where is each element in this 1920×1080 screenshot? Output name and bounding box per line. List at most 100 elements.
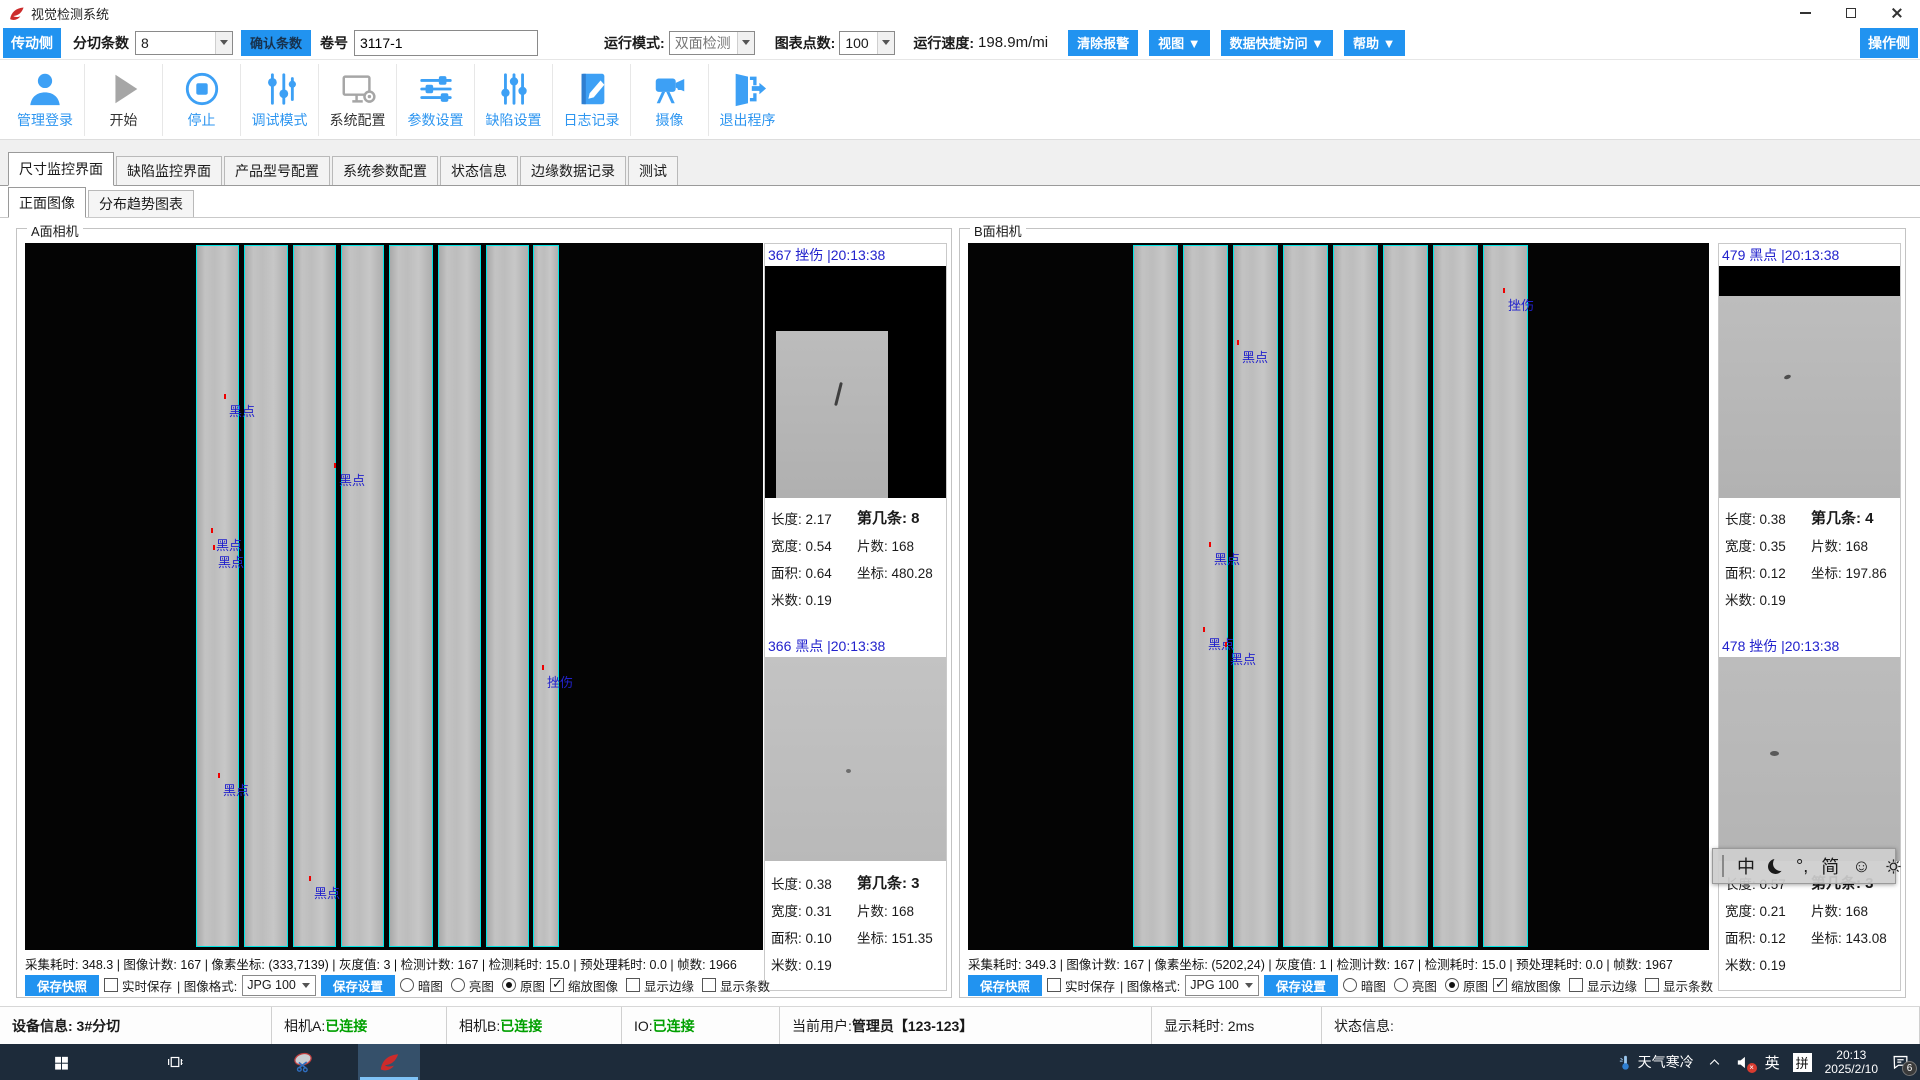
view-menu-button[interactable]: 视图 ▼ (1149, 30, 1209, 56)
statusbar-value: 已连接 (325, 1016, 367, 1036)
ime-emoji-icon[interactable]: ☺ (1852, 856, 1870, 877)
weather-widget[interactable]: 天气寒冷 (1617, 1052, 1694, 1072)
task-view-button[interactable] (144, 1044, 206, 1080)
image-format-select[interactable]: JPG 100 (242, 975, 316, 996)
ime-punctuation[interactable]: °, (1796, 856, 1808, 877)
ime-indicator[interactable]: 拼 (1793, 1053, 1812, 1072)
ime-mode-chinese[interactable]: 中 (1737, 853, 1755, 879)
start-button[interactable] (30, 1044, 92, 1080)
ime-simplified[interactable]: 简 (1821, 853, 1839, 879)
stat-value: 坐标: 151.35 (857, 927, 942, 947)
chevron-up-icon[interactable] (1707, 1055, 1722, 1070)
radio-暗图[interactable]: 暗图 (1343, 976, 1386, 995)
toolbar-button-user[interactable]: 管理登录 (6, 64, 84, 136)
radio-原图[interactable]: 原图 (502, 976, 545, 995)
realtime-save-checkbox[interactable]: 实时保存 (104, 976, 172, 995)
toolbar-button-sliders-v2[interactable]: 缺陷设置 (474, 64, 552, 136)
ime-fullwidth-icon[interactable] (1768, 859, 1783, 874)
tab-状态信息[interactable]: 状态信息 (440, 156, 518, 185)
chevron-down-icon[interactable] (737, 32, 754, 54)
help-menu-button[interactable]: 帮助 ▼ (1344, 30, 1404, 56)
toolbar-button-stop[interactable]: 停止 (162, 64, 240, 136)
stat-value: 第几条: 3 (857, 872, 942, 893)
chevron-down-icon[interactable] (877, 32, 894, 54)
checkbox-缩放图像[interactable]: 缩放图像 (550, 976, 618, 995)
data-quick-access-button[interactable]: 数据快捷访问 ▼ (1221, 30, 1333, 56)
stats-row: 面积: 0.10坐标: 151.35 (771, 923, 942, 950)
toolbar-button-monitor-gear[interactable]: 系统配置 (318, 64, 396, 136)
subtab-分布趋势图表[interactable]: 分布趋势图表 (88, 190, 194, 217)
operation-side-button[interactable]: 操作侧 (1860, 28, 1918, 58)
volume-muted-icon[interactable]: × (1735, 1054, 1752, 1071)
stats-row: 长度: 0.38第几条: 4 (1725, 504, 1896, 531)
radio-暗图[interactable]: 暗图 (400, 976, 443, 995)
toolbar-button-exit[interactable]: 退出程序 (708, 64, 786, 136)
image-format-select[interactable]: JPG 100 (1185, 975, 1259, 996)
radio-亮图[interactable]: 亮图 (1394, 976, 1437, 995)
image-format-label: | 图像格式: (177, 976, 237, 995)
checkbox-显示边缘[interactable]: 显示边缘 (1569, 976, 1637, 995)
transmission-side-button[interactable]: 传动侧 (3, 28, 61, 58)
tab-系统参数配置[interactable]: 系统参数配置 (332, 156, 438, 185)
defect-card[interactable]: 367 挫伤 |20:13:38 长度: 2.17第几条: 8宽度: 0.54片… (765, 244, 946, 612)
sliders-v-icon (260, 69, 300, 109)
confirm-count-button[interactable]: 确认条数 (241, 30, 311, 56)
toolbar-button-log[interactable]: 日志记录 (552, 64, 630, 136)
maximize-button[interactable] (1828, 0, 1874, 26)
strip-outline (1433, 245, 1478, 947)
checkbox-缩放图像[interactable]: 缩放图像 (1493, 976, 1561, 995)
camera-image-b[interactable]: 挫伤黑点黑点黑点黑点 (968, 243, 1709, 950)
close-button[interactable] (1874, 0, 1920, 26)
tab-产品型号配置[interactable]: 产品型号配置 (224, 156, 330, 185)
radio-亮图[interactable]: 亮图 (451, 976, 494, 995)
defect-card[interactable]: 478 挫伤 |20:13:38 长度: 0.57第几条: 3宽度: 0.21片… (1719, 635, 1900, 977)
camera-controls: 保存快照 实时保存 | 图像格式: JPG 100 保存设置 暗图亮图原图 缩放… (25, 974, 770, 996)
radio-原图[interactable]: 原图 (1445, 976, 1488, 995)
panel-title: A面相机 (27, 221, 83, 240)
defect-card[interactable]: 479 黑点 |20:13:38 长度: 0.38第几条: 4宽度: 0.35片… (1719, 244, 1900, 612)
tab-测试[interactable]: 测试 (628, 156, 678, 185)
minimize-button[interactable] (1782, 0, 1828, 26)
tab-尺寸监控界面[interactable]: 尺寸监控界面 (8, 152, 114, 186)
toolbar-button-sliders-v[interactable]: 调试模式 (240, 64, 318, 136)
checkbox-显示条数[interactable]: 显示条数 (702, 976, 770, 995)
ime-settings-icon[interactable] (1884, 857, 1903, 876)
toolbar-button-label: 日志记录 (564, 110, 620, 130)
save-snapshot-button[interactable]: 保存快照 (968, 975, 1042, 996)
subtab-正面图像[interactable]: 正面图像 (8, 187, 86, 218)
toolbar-button-play[interactable]: 开始 (84, 64, 162, 136)
defect-card[interactable]: 366 黑点 |20:13:38 长度: 0.38第几条: 3宽度: 0.31片… (765, 635, 946, 977)
chevron-down-icon[interactable] (215, 32, 232, 54)
running-app-button[interactable] (358, 1044, 420, 1080)
tab-缺陷监控界面[interactable]: 缺陷监控界面 (116, 156, 222, 185)
toolbar-button-sliders-h[interactable]: 参数设置 (396, 64, 474, 136)
toolbar-button-camera[interactable]: 摄像 (630, 64, 708, 136)
snipping-tool-button[interactable] (272, 1044, 334, 1080)
roll-number-input[interactable] (354, 30, 538, 56)
checkbox-显示边缘[interactable]: 显示边缘 (626, 976, 694, 995)
statusbar-value: 已连接 (500, 1016, 542, 1036)
strip-outline (486, 245, 529, 947)
stat-value: 米数: 0.19 (1725, 954, 1811, 974)
clear-alarm-button[interactable]: 清除报警 (1068, 30, 1138, 56)
run-mode-select[interactable]: 双面检测 (669, 31, 755, 55)
save-settings-button[interactable]: 保存设置 (1264, 975, 1338, 996)
camera-image-a[interactable]: 黑点黑点黑点黑点挫伤黑点黑点 (25, 243, 763, 950)
checkbox-显示条数[interactable]: 显示条数 (1645, 976, 1713, 995)
save-settings-button[interactable]: 保存设置 (321, 975, 395, 996)
stat-value: 坐标: 480.28 (857, 562, 942, 582)
language-indicator[interactable]: 英 (1765, 1052, 1780, 1073)
taskbar-clock[interactable]: 20:13 2025/2/10 (1825, 1048, 1878, 1076)
chart-points-select[interactable]: 100 (839, 31, 895, 55)
realtime-save-checkbox[interactable]: 实时保存 (1047, 976, 1115, 995)
weather-label: 天气寒冷 (1638, 1052, 1694, 1072)
slit-count-select[interactable]: 8 (135, 31, 233, 55)
tab-边缘数据记录[interactable]: 边缘数据记录 (520, 156, 626, 185)
strip-outline (1283, 245, 1328, 947)
stats-row: 宽度: 0.31片数: 168 (771, 896, 942, 923)
ime-toolbar[interactable]: 中 °, 简 ☺ (1712, 848, 1896, 884)
notification-center-button[interactable]: 6 (1891, 1053, 1910, 1072)
checkbox-icon (1645, 978, 1659, 992)
save-snapshot-button[interactable]: 保存快照 (25, 975, 99, 996)
ime-drag-handle[interactable] (1722, 855, 1724, 877)
